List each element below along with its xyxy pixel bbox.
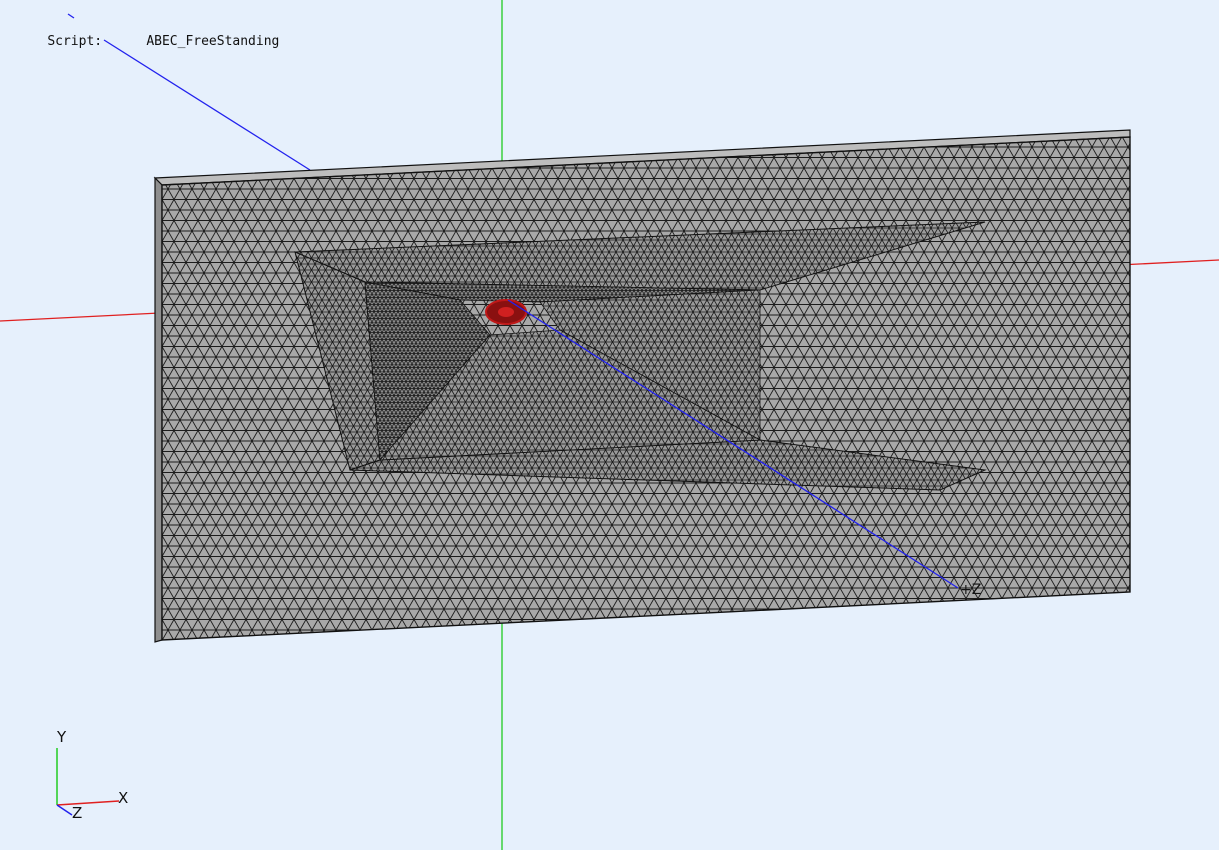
script-info: Script: ABEC_FreeStanding xyxy=(16,19,279,64)
triad-x-axis xyxy=(56,800,120,806)
world-z-end-label: +Z xyxy=(960,582,981,598)
orientation-triad: Y X Z xyxy=(56,728,128,822)
script-name: ABEC_FreeStanding xyxy=(146,34,280,49)
triad-x-label: X xyxy=(118,789,128,807)
world-z-axis-back xyxy=(67,13,75,19)
3d-viewport[interactable]: +Z Y X Z Script: ABEC_FreeStanding xyxy=(0,0,1219,850)
driver-source-center xyxy=(498,307,514,317)
triad-z-axis xyxy=(56,804,73,816)
triad-z-label: Z xyxy=(72,804,82,822)
baffle-left-edge xyxy=(154,176,163,643)
script-label: Script: xyxy=(47,34,103,49)
mesh-scene[interactable]: +Z Y X Z xyxy=(0,0,1219,850)
triad-y-label: Y xyxy=(56,728,67,746)
